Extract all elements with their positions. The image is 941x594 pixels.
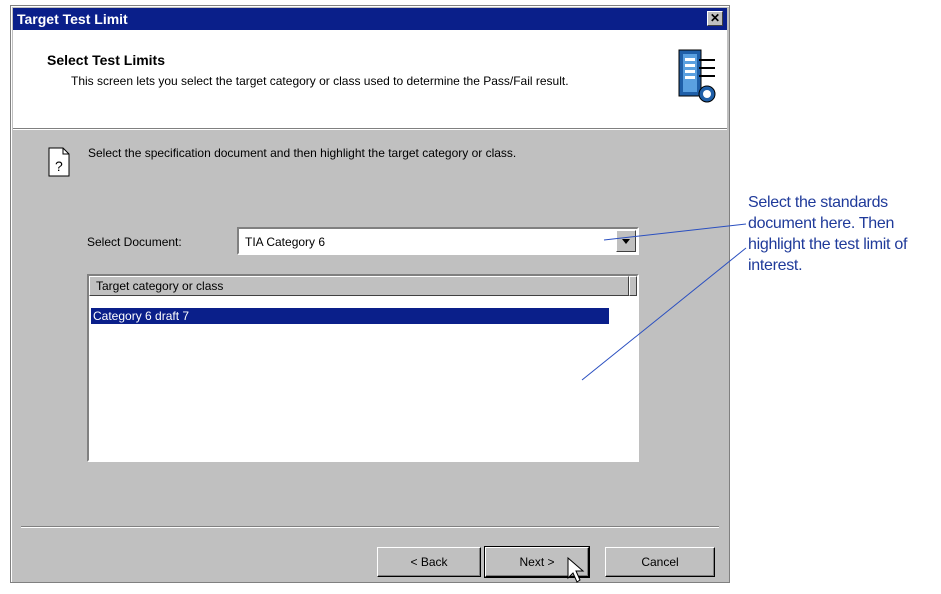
leader-line-list <box>581 247 747 381</box>
annotation-leader-lines <box>567 223 747 583</box>
mouse-pointer-icon <box>567 556 585 583</box>
callout-annotation: Select the standards document here. Then… <box>748 194 908 274</box>
leader-line-document <box>603 223 747 241</box>
